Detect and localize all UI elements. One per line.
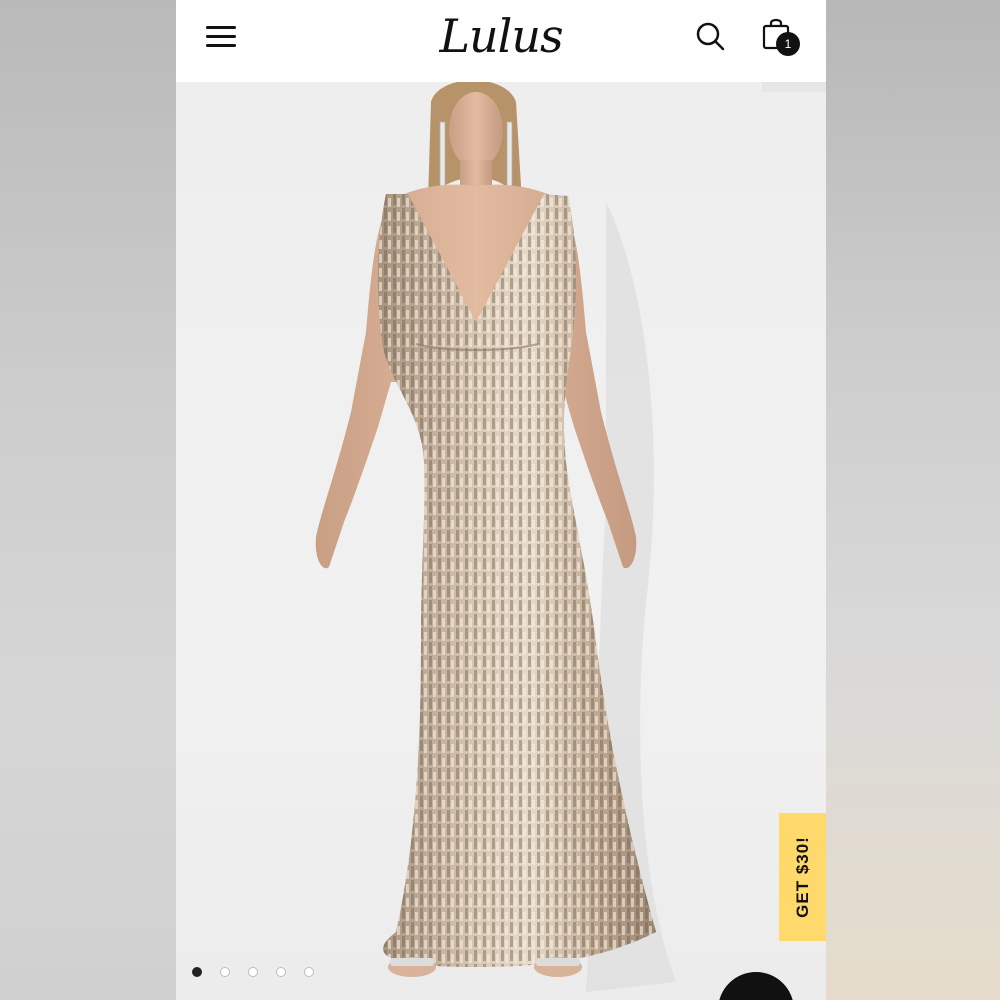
cart-count-badge: 1 <box>776 32 800 56</box>
search-icon[interactable] <box>694 20 726 52</box>
model-photo <box>315 82 676 992</box>
carousel-dot-4[interactable] <box>276 967 286 977</box>
carousel-dot-1[interactable] <box>192 967 202 977</box>
shopping-bag-icon[interactable]: 1 <box>760 16 804 60</box>
product-image[interactable] <box>176 82 826 1000</box>
carousel-dots <box>192 967 314 977</box>
image-corner-tab <box>762 82 826 92</box>
mobile-screen: Lulus 1 GET $30! <box>176 0 826 1000</box>
carousel-dot-5[interactable] <box>304 967 314 977</box>
background-left <box>0 0 176 1000</box>
carousel-dot-3[interactable] <box>248 967 258 977</box>
promo-label: GET $30! <box>792 836 812 918</box>
carousel-dot-2[interactable] <box>220 967 230 977</box>
background-right <box>826 0 1000 1000</box>
get-30-promo-tab[interactable]: GET $30! <box>779 813 826 941</box>
site-header: Lulus 1 <box>176 0 826 82</box>
brand-logo[interactable]: Lulus <box>438 6 564 66</box>
hamburger-menu-icon[interactable] <box>206 24 238 50</box>
